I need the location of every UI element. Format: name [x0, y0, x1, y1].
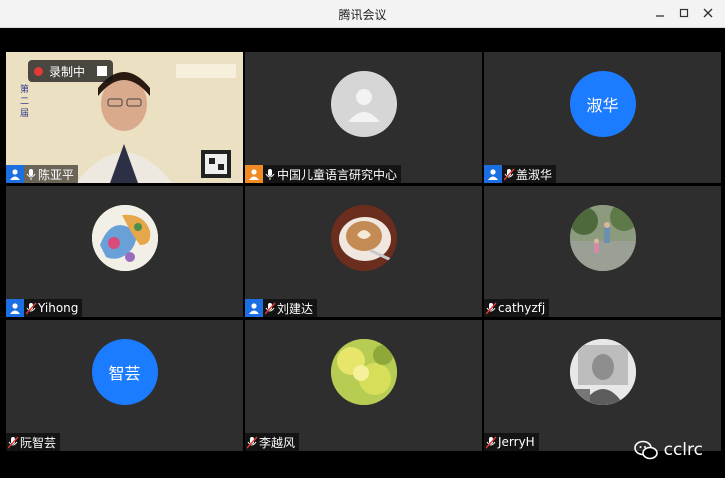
participant-tile[interactable]: 第 二 届 录制中 陈亚平	[6, 52, 243, 183]
participant-name: Yihong	[38, 301, 79, 315]
participant-nametag: cathyzfj	[484, 299, 550, 317]
svg-text:届: 届	[20, 108, 29, 119]
participant-name: 李越风	[259, 435, 296, 450]
flower-photo	[330, 339, 397, 405]
recording-label: 录制中	[49, 64, 86, 79]
mic-muted-icon	[245, 434, 259, 450]
user-icon	[6, 165, 24, 183]
user-icon	[6, 299, 24, 317]
maximize-button[interactable]	[675, 4, 693, 22]
mic-muted-icon	[484, 434, 498, 450]
mic-muted-icon	[502, 166, 516, 182]
participant-nametag: 李越风	[245, 433, 300, 451]
portrait-photo	[569, 339, 636, 405]
participant-name: 刘建达	[277, 301, 314, 316]
maximize-icon	[679, 8, 689, 18]
participant-nametag: 刘建达	[245, 299, 318, 317]
wechat-icon	[633, 440, 658, 460]
stop-icon[interactable]	[97, 66, 108, 76]
participant-nametag: 阮智芸	[6, 433, 61, 451]
participant-nametag: Yihong	[6, 299, 83, 317]
participant-name: 中国儿童语言研究中心	[277, 167, 398, 182]
participant-nametag: 中国儿童语言研究中心	[245, 165, 402, 183]
video-grid: 第 二 届 录制中 陈亚平 中国儿童语言研究中心 淑华 盖淑华 Yihong 刘…	[0, 28, 725, 478]
participant-nametag: 陈亚平	[6, 165, 79, 183]
mic-icon	[24, 166, 38, 182]
participant-tile[interactable]: 中国儿童语言研究中心	[245, 52, 482, 183]
initials-avatar: 智芸	[91, 339, 158, 405]
record-dot-icon	[34, 66, 43, 76]
participant-name: cathyzfj	[498, 301, 546, 315]
mic-muted-icon	[6, 434, 20, 450]
participant-name: 盖淑华	[516, 167, 553, 182]
mic-muted-icon	[24, 300, 38, 316]
paisley-photo	[91, 205, 158, 271]
watermark: cclrc	[633, 440, 703, 460]
participant-name: 陈亚平	[38, 167, 75, 182]
participant-tile[interactable]: Yihong	[6, 186, 243, 317]
mic-icon	[263, 166, 277, 182]
watermark-text: cclrc	[663, 440, 703, 460]
park-photo	[569, 205, 636, 271]
participant-name: JerryH	[498, 435, 535, 449]
window-title: 腾讯会议	[338, 8, 387, 22]
minimize-icon	[656, 15, 664, 17]
close-icon	[703, 8, 713, 18]
close-button[interactable]	[699, 4, 717, 22]
minimize-button[interactable]	[651, 4, 669, 22]
mic-muted-icon	[263, 300, 277, 316]
participant-nametag: JerryH	[484, 433, 539, 451]
svg-text:第: 第	[20, 83, 29, 95]
user-icon	[245, 299, 263, 317]
participant-name: 阮智芸	[20, 435, 57, 450]
svg-text:二: 二	[20, 97, 29, 107]
recording-badge[interactable]: 录制中	[28, 60, 114, 82]
initials-avatar: 淑华	[569, 71, 636, 137]
mic-muted-icon	[484, 300, 498, 316]
default-avatar	[330, 71, 397, 137]
window-controls	[651, 4, 717, 22]
coffee-photo	[330, 205, 397, 271]
participant-tile[interactable]: 淑华 盖淑华	[484, 52, 721, 183]
participant-tile[interactable]: 李越风	[245, 320, 482, 451]
user-icon	[484, 165, 502, 183]
user-icon	[245, 165, 263, 183]
participant-tile[interactable]: 刘建达	[245, 186, 482, 317]
participant-tile[interactable]: 智芸 阮智芸	[6, 320, 243, 451]
participant-nametag: 盖淑华	[484, 165, 557, 183]
participant-tile[interactable]: JerryH	[484, 320, 721, 451]
title-bar: 腾讯会议	[0, 0, 725, 28]
participant-tile[interactable]: cathyzfj	[484, 186, 721, 317]
